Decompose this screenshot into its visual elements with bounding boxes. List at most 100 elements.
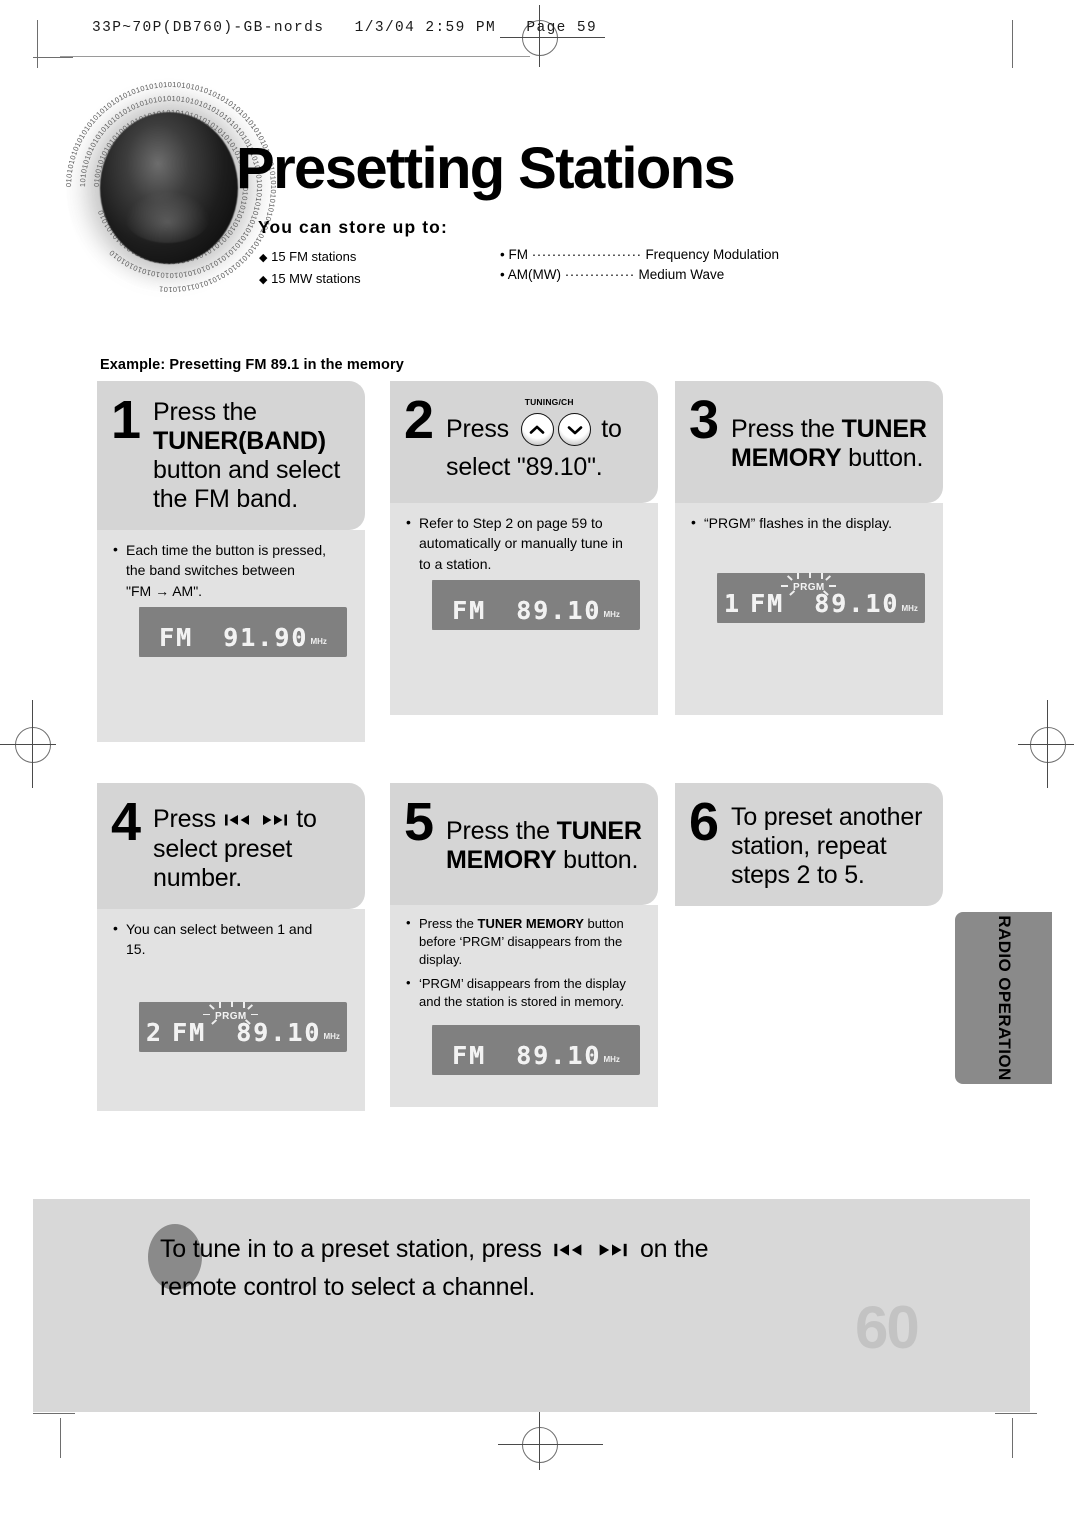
step-column-3: 3 Press the TUNER MEMORY button. “PRGM” … <box>675 381 943 715</box>
step-3-line-1a: Press the <box>731 415 842 443</box>
step-4-header: 4 Press to select preset number. <box>97 783 365 909</box>
lcd-2-unit: MHz <box>603 610 620 620</box>
abbrev-term-fm: FM <box>508 247 529 262</box>
step-column-4: 4 Press to select preset number. • You c… <box>97 783 365 1111</box>
step-3-line-2a: MEMORY <box>731 444 842 472</box>
lcd-2-frequency: 89.10 <box>516 595 602 625</box>
example-caption: Example: Presetting FM 89.1 in the memor… <box>100 357 404 373</box>
step-1-header: 1 Press the TUNER(BAND) button and selec… <box>97 381 365 530</box>
lcd-display-5: FM 89.10 MHz <box>432 1024 640 1075</box>
step-1-line-2: TUNER(BAND) <box>153 427 326 455</box>
lcd-4-frequency: 89.10 <box>236 1017 322 1047</box>
footer-callout-line1b: on the <box>639 1235 709 1263</box>
step-6-number: 6 <box>689 792 720 852</box>
skip-forward-icon[interactable] <box>261 806 288 835</box>
step-2-header: 2 Press TUNING/CH to select "89.10". <box>390 381 658 503</box>
step-1-line-4: the FM band. <box>153 485 298 513</box>
chevron-down-icon <box>567 425 583 434</box>
step-3-header: 3 Press the TUNER MEMORY button. <box>675 381 943 503</box>
step-6-line-3: steps 2 to 5. <box>731 861 865 889</box>
skip-backward-icon[interactable] <box>554 1234 584 1270</box>
lcd-2-band: FM <box>452 595 487 625</box>
step-6-line-2: station, repeat <box>731 832 887 860</box>
step-3-line-2b: button. <box>841 444 924 472</box>
step-column-5: 5 Press the TUNER MEMORY button. Press t… <box>390 783 658 1107</box>
lcd-4-preset: 2 <box>146 1017 164 1047</box>
step-2-instruction: Press TUNING/CH to select "89.10". <box>446 395 622 482</box>
abbreviation-list: • FM ······················ Frequency Mo… <box>500 245 779 284</box>
abbrev-term-am: AM(MW) <box>507 266 561 282</box>
step-4-line-2: select preset <box>153 835 293 863</box>
step-2-press-label: Press <box>446 415 509 443</box>
tuning-buttons-group[interactable]: TUNING/CH <box>520 397 592 453</box>
footer-callout-text: To tune in to a preset station, press on… <box>160 1232 940 1305</box>
chevron-up-icon <box>529 425 545 434</box>
dot-bullet-icon: • <box>500 247 505 262</box>
tuning-up-button[interactable] <box>520 413 554 446</box>
step-2-number: 2 <box>404 390 435 450</box>
tuning-ch-label: TUNING/CH <box>524 397 574 407</box>
step-5-number: 5 <box>404 792 435 852</box>
step-3-line-1b: TUNER <box>841 415 927 443</box>
abbrev-meaning-fm: Frequency Modulation <box>645 247 780 262</box>
step-3-instruction: Press the TUNER MEMORY button. <box>731 395 927 473</box>
footer-callout-line1a: To tune in to a preset station, press <box>160 1235 542 1263</box>
step-2-notes: Refer to Step 2 on page 59 to automatica… <box>390 503 658 715</box>
lcd-3-preset: 1 <box>724 589 742 619</box>
step-column-6: 6 To preset another station, repeat step… <box>675 783 943 906</box>
lcd-display-1: FM 91.90 MHz <box>139 606 347 657</box>
tuning-down-button[interactable] <box>558 413 592 446</box>
step-5-note-2: ‘PRGM’ disappears from the display and t… <box>406 974 644 1011</box>
step-1-line-1: Press the <box>153 398 257 426</box>
crop-rule-bottom-left <box>33 1413 75 1414</box>
lcd-5-band: FM <box>452 1040 487 1070</box>
step-6-instruction: To preset another station, repeat steps … <box>731 797 922 890</box>
lcd-4-unit: MHz <box>323 1032 340 1041</box>
lcd-3-frequency: 89.10 <box>814 589 900 619</box>
step-1-notes: Each time the button is pressed, the ban… <box>97 530 365 742</box>
step-4-line-3: number. <box>153 864 242 892</box>
step-2-to-label: to <box>601 415 622 443</box>
capacity-item-fm: 15 FM stations <box>271 249 357 264</box>
step-4-to-label: to <box>296 805 317 833</box>
orb-core <box>100 112 238 264</box>
lcd-5-unit: MHz <box>603 1055 620 1065</box>
step-5-notes: Press the TUNER MEMORY button before ‘PR… <box>390 905 658 1107</box>
lcd-4-band: FM <box>172 1017 207 1047</box>
section-tab-radio-operation: RADIO OPERATION <box>955 912 1052 1084</box>
lcd-display-3: PRGM 1 FM 89.10 MHz <box>717 572 925 624</box>
page-number: 60 <box>855 1294 920 1361</box>
skip-forward-icon[interactable] <box>597 1234 627 1270</box>
print-file-header: 33P~70P(DB760)-GB-nords 1/3/04 2:59 PM P… <box>92 20 598 36</box>
step-4-number: 4 <box>111 792 142 852</box>
capacity-list: ◆ 15 FM stations ◆ 15 MW stations <box>259 247 361 290</box>
lcd-display-2: FM 89.10 MHz <box>432 579 640 630</box>
step-4-notes: You can select between 1 and 15. PRGM <box>97 909 365 1111</box>
step-6-line-1: To preset another <box>731 803 923 831</box>
print-header-rule <box>60 56 530 57</box>
crop-mark-left-top <box>37 20 38 68</box>
step-1-number: 1 <box>111 390 142 450</box>
lcd-1-frequency: 91.90 <box>223 622 309 652</box>
step-4-instruction: Press to select preset number. <box>153 797 317 893</box>
leader-dots: ······················ <box>531 247 642 262</box>
capacity-item-mw: 15 MW stations <box>271 270 361 286</box>
step-5-line-2b: button. <box>556 846 639 874</box>
step-5-note-1: Press the TUNER MEMORY button before ‘PR… <box>406 914 644 969</box>
leader-dots: ·············· <box>564 266 635 282</box>
step-5-line-1b: TUNER <box>556 817 642 845</box>
store-capacity-label: You can store up to: <box>258 217 448 237</box>
page-title: Presetting Stations <box>236 136 736 201</box>
diamond-bullet-icon: ◆ <box>259 273 268 286</box>
skip-backward-icon[interactable] <box>224 806 251 835</box>
footer-callout-line2: remote control to select a channel. <box>160 1272 536 1301</box>
crop-rule-top-left <box>33 57 73 58</box>
step-6-header: 6 To preset another station, repeat step… <box>675 783 943 906</box>
lcd-3-band: FM <box>750 589 785 619</box>
step-2-note-1: Refer to Step 2 on page 59 to automatica… <box>406 512 644 574</box>
step-2-line-2: select "89.10". <box>446 453 603 481</box>
crop-rule-bottom-right <box>995 1413 1037 1414</box>
crop-mark-right-bottom <box>1012 1418 1013 1458</box>
step-5-line-2a: MEMORY <box>446 846 557 874</box>
step-4-press-label: Press <box>153 805 216 833</box>
